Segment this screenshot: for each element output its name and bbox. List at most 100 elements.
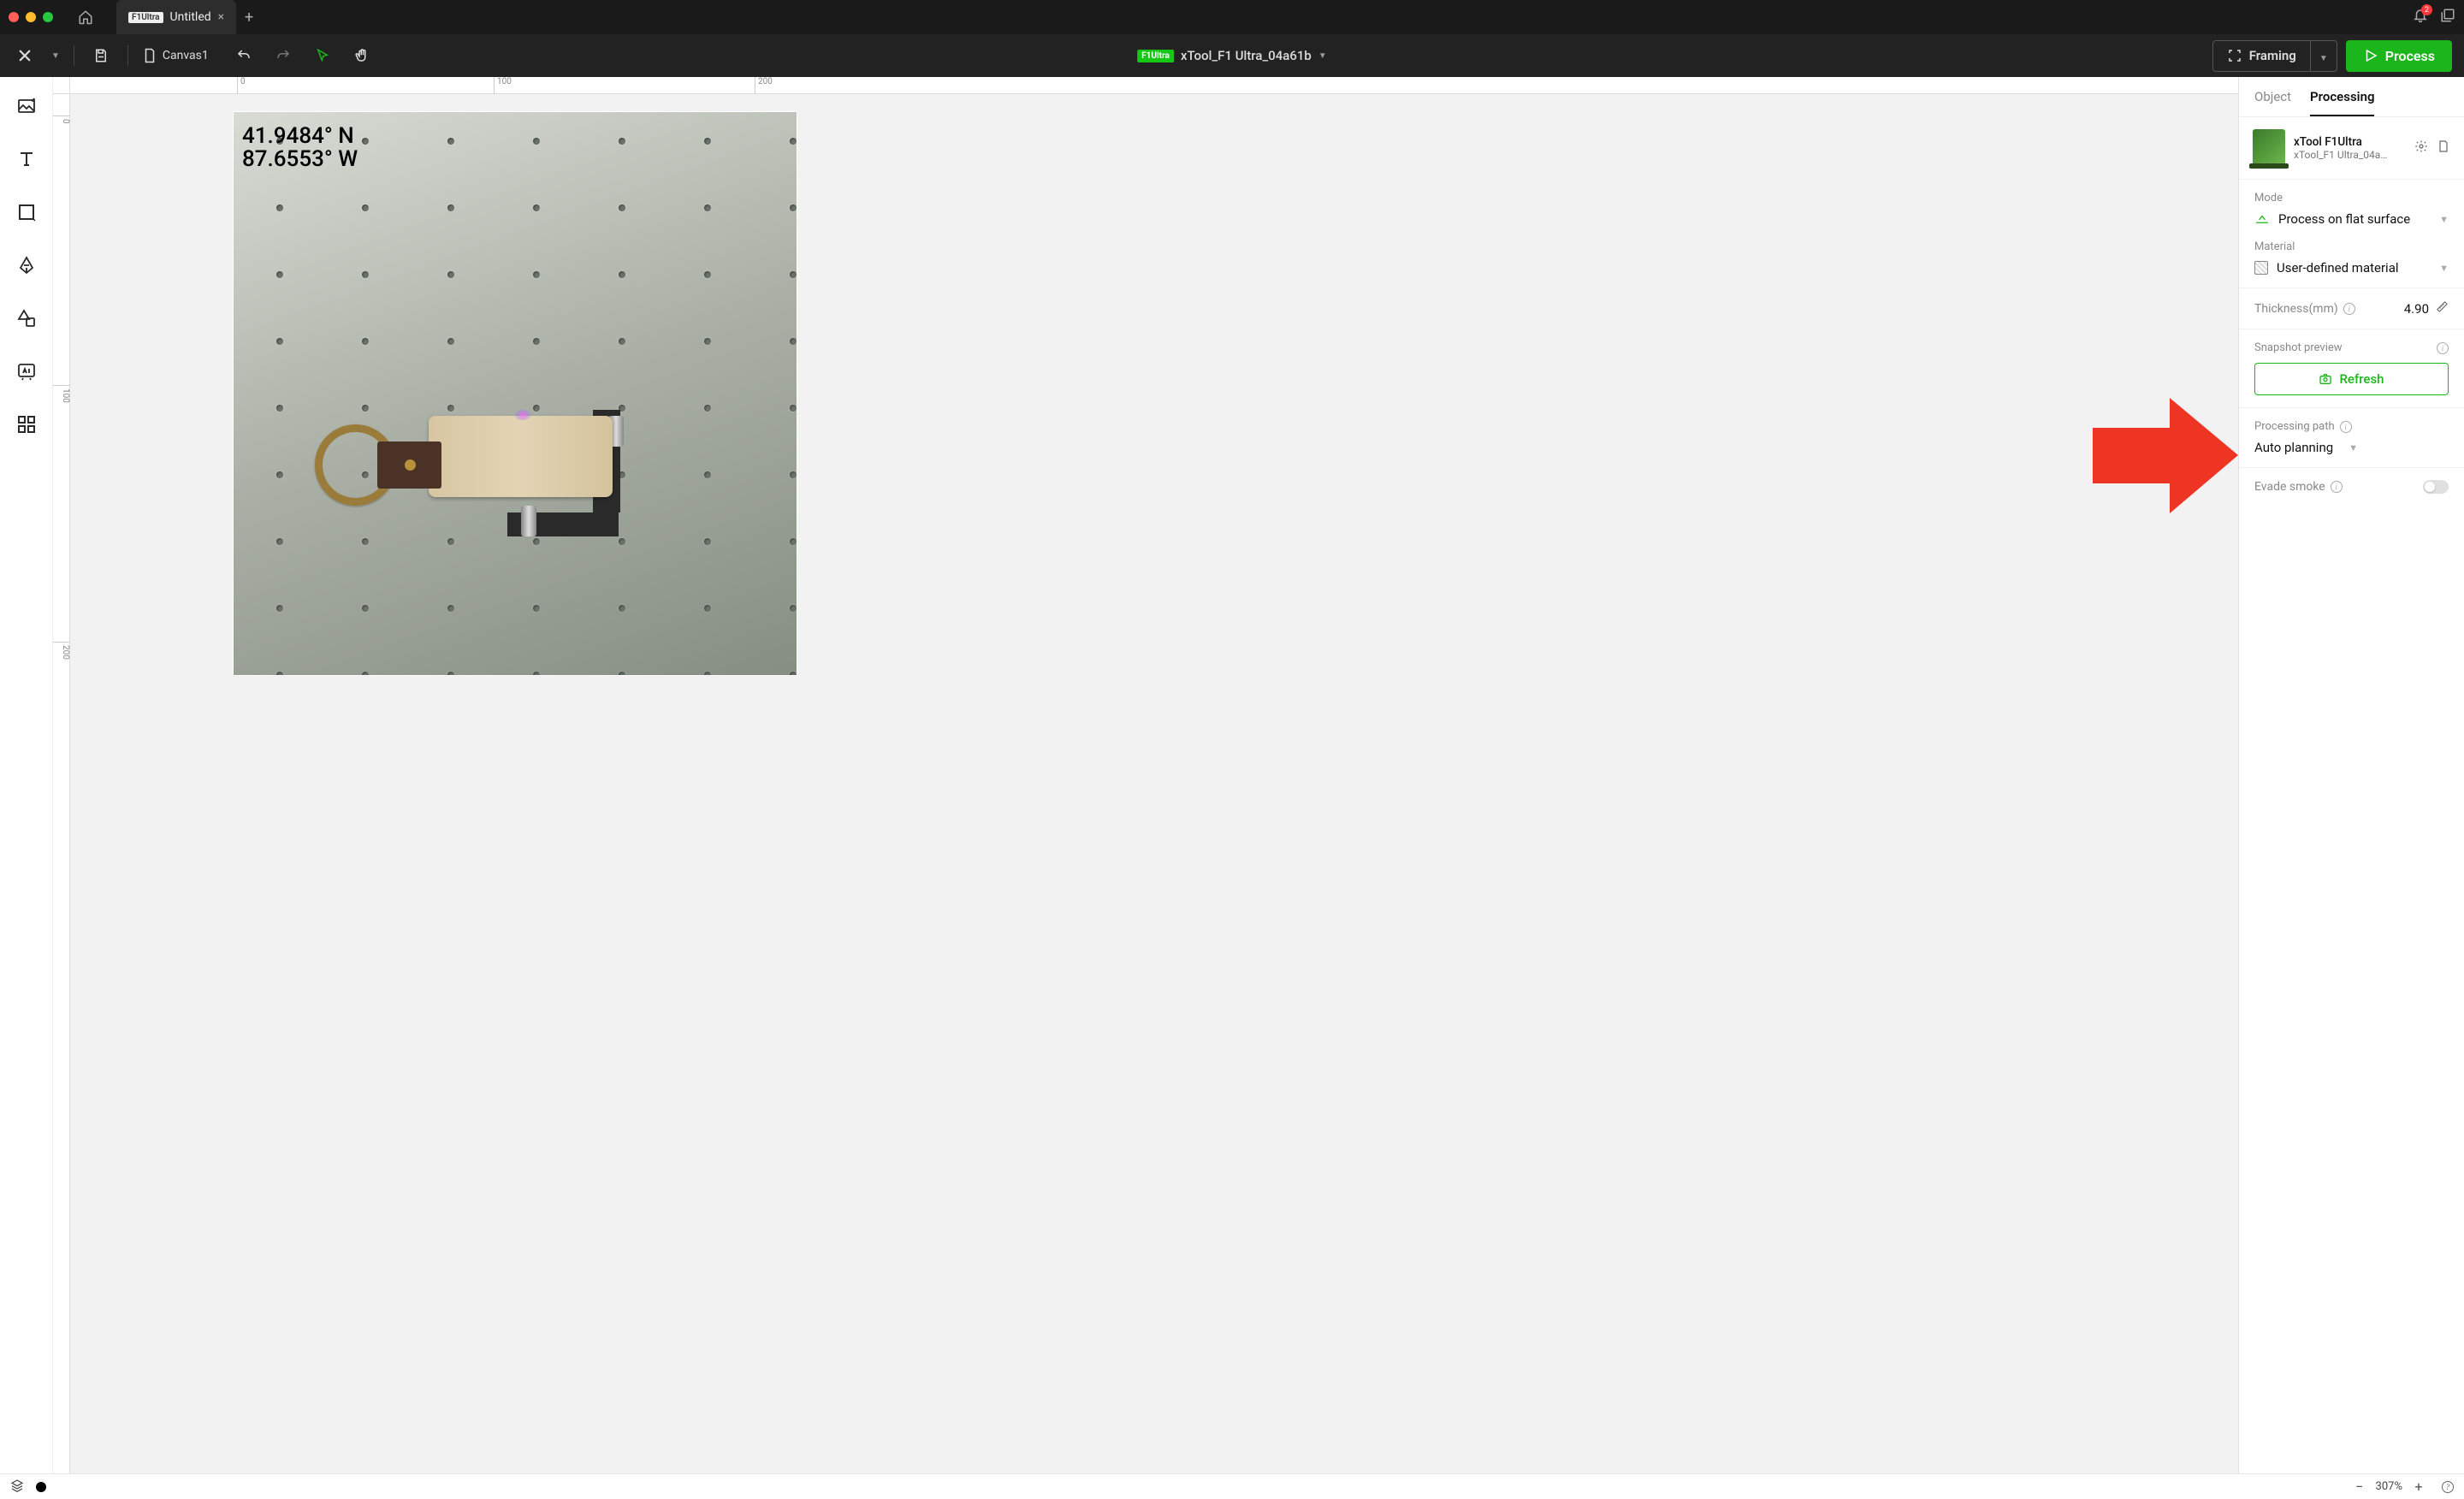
home-icon bbox=[78, 9, 93, 25]
thickness-value: 4.90 bbox=[2404, 301, 2429, 317]
leather-strap bbox=[377, 441, 441, 489]
document-tab[interactable]: F1Ultra Untitled × bbox=[116, 0, 236, 34]
refresh-button[interactable]: Refresh bbox=[2254, 363, 2449, 395]
refresh-label: Refresh bbox=[2339, 371, 2384, 387]
chevron-down-icon: ▼ bbox=[2319, 54, 2328, 63]
process-button[interactable]: Process bbox=[2346, 40, 2452, 72]
layers-icon bbox=[10, 1478, 24, 1492]
zoom-level[interactable]: 307% bbox=[2376, 1480, 2402, 1493]
undo-icon bbox=[236, 48, 252, 63]
framing-button[interactable]: Framing bbox=[2213, 41, 2310, 70]
tab-device-badge: F1Ultra bbox=[128, 12, 163, 23]
chevron-down-icon: ▼ bbox=[2348, 442, 2358, 453]
tab-object[interactable]: Object bbox=[2254, 89, 2291, 116]
coordinates-overlay: 41.9484° N 87.6553° W bbox=[242, 125, 358, 172]
chevron-down-icon[interactable]: ▼ bbox=[51, 51, 60, 61]
material-label: Material bbox=[2254, 240, 2449, 253]
device-selector[interactable]: F1Ultra xTool_F1 Ultra_04a61b ▼ bbox=[1137, 48, 1326, 63]
path-selector[interactable]: Auto planning ▼ bbox=[2254, 440, 2449, 455]
hand-tool-button[interactable] bbox=[349, 43, 375, 68]
ruler-corner bbox=[53, 77, 70, 94]
chevron-down-icon: ▼ bbox=[2439, 214, 2449, 225]
material-selector[interactable]: User-defined material ▼ bbox=[2254, 260, 2449, 276]
canvas-name: Canvas1 bbox=[163, 49, 209, 62]
ruler-tick: 100 bbox=[494, 77, 512, 94]
shapes-icon bbox=[16, 308, 37, 329]
device-title: xTool F1Ultra bbox=[2294, 135, 2406, 149]
process-label: Process bbox=[2385, 48, 2435, 64]
right-panel: Object Processing xTool F1Ultra xTool_F1… bbox=[2238, 77, 2464, 1473]
windows-button[interactable] bbox=[2440, 8, 2455, 27]
flat-surface-icon bbox=[2254, 213, 2270, 225]
info-icon[interactable]: i bbox=[2340, 421, 2352, 433]
device-thumbnail bbox=[2253, 129, 2285, 167]
zoom-in-button[interactable]: + bbox=[2411, 1479, 2426, 1495]
material-value: User-defined material bbox=[2277, 260, 2399, 276]
snapshot-label: Snapshot preview bbox=[2254, 341, 2343, 354]
redo-button[interactable] bbox=[270, 43, 296, 68]
info-icon[interactable]: i bbox=[2331, 481, 2343, 493]
window-close-btn[interactable] bbox=[9, 12, 19, 22]
mode-label: Mode bbox=[2254, 192, 2449, 204]
info-icon[interactable]: i bbox=[2437, 342, 2449, 354]
camera-preview: 41.9484° N 87.6553° W bbox=[233, 111, 797, 676]
save-button[interactable] bbox=[88, 43, 114, 68]
hand-icon bbox=[354, 48, 370, 63]
window-controls bbox=[9, 12, 53, 22]
file-icon bbox=[2437, 139, 2450, 153]
help-button[interactable]: ? bbox=[2442, 1480, 2454, 1493]
window-maximize-btn[interactable] bbox=[43, 12, 53, 22]
device-file-button[interactable] bbox=[2437, 139, 2450, 157]
zoom-out-button[interactable]: − bbox=[2352, 1479, 2367, 1495]
text-icon bbox=[16, 149, 37, 169]
shapes-tool-button[interactable] bbox=[13, 305, 40, 332]
laser-pointer-dot bbox=[514, 410, 531, 420]
layers-button[interactable] bbox=[10, 1478, 24, 1496]
pegboard bbox=[234, 112, 797, 675]
material-swatch-icon bbox=[2254, 261, 2268, 275]
window-minimize-btn[interactable] bbox=[26, 12, 36, 22]
stack-icon bbox=[2440, 8, 2455, 23]
fixture-knob bbox=[521, 506, 536, 536]
measure-button[interactable] bbox=[2436, 300, 2449, 317]
text-tool-button[interactable] bbox=[13, 145, 40, 173]
vector-tool-button[interactable] bbox=[13, 252, 40, 279]
thickness-label: Thickness(mm) bbox=[2254, 302, 2338, 316]
apps-tool-button[interactable] bbox=[13, 411, 40, 438]
tab-close-icon[interactable]: × bbox=[218, 10, 224, 24]
titlebar: F1Ultra Untitled × + 2 bbox=[0, 0, 2464, 34]
framing-dropdown[interactable]: ▼ bbox=[2310, 41, 2337, 71]
app-menu-button[interactable] bbox=[12, 43, 38, 68]
home-button[interactable] bbox=[70, 2, 101, 33]
new-tab-button[interactable]: + bbox=[236, 0, 262, 34]
latitude-text: 41.9484° N bbox=[242, 125, 358, 148]
path-value: Auto planning bbox=[2254, 440, 2333, 455]
select-tool-button[interactable] bbox=[310, 43, 335, 68]
redo-icon bbox=[275, 48, 291, 63]
vertical-ruler: 0 100 200 bbox=[53, 94, 70, 1473]
tab-processing[interactable]: Processing bbox=[2310, 89, 2374, 116]
ai-tool-button[interactable] bbox=[13, 358, 40, 385]
device-settings-button[interactable] bbox=[2414, 139, 2428, 157]
shape-tool-button[interactable] bbox=[13, 198, 40, 226]
mode-value: Process on flat surface bbox=[2278, 211, 2410, 227]
image-tool-button[interactable] bbox=[13, 92, 40, 120]
annotation-arrow bbox=[2093, 394, 2238, 518]
ruler-tick: 200 bbox=[755, 77, 773, 94]
apps-icon bbox=[16, 414, 37, 435]
mode-selector[interactable]: Process on flat surface ▼ bbox=[2254, 211, 2449, 227]
canvas-area[interactable]: 0 100 200 0 100 200 41.9484° N 87.6553° … bbox=[53, 77, 2238, 1473]
ruler-tick: 100 bbox=[53, 385, 70, 403]
x-logo-icon bbox=[17, 48, 33, 63]
evade-smoke-toggle[interactable] bbox=[2423, 480, 2449, 494]
color-indicator[interactable] bbox=[36, 1482, 46, 1492]
device-name: xTool_F1 Ultra_04a61b bbox=[1181, 48, 1312, 63]
framing-icon bbox=[2227, 48, 2242, 63]
notifications-button[interactable]: 2 bbox=[2413, 8, 2428, 27]
ruler-tick: 200 bbox=[53, 642, 70, 660]
undo-button[interactable] bbox=[231, 43, 257, 68]
canvas-selector[interactable]: Canvas1 bbox=[142, 48, 209, 63]
info-icon[interactable]: i bbox=[2343, 303, 2355, 315]
ruler-icon bbox=[2436, 300, 2449, 313]
notification-badge: 2 bbox=[2421, 4, 2432, 15]
